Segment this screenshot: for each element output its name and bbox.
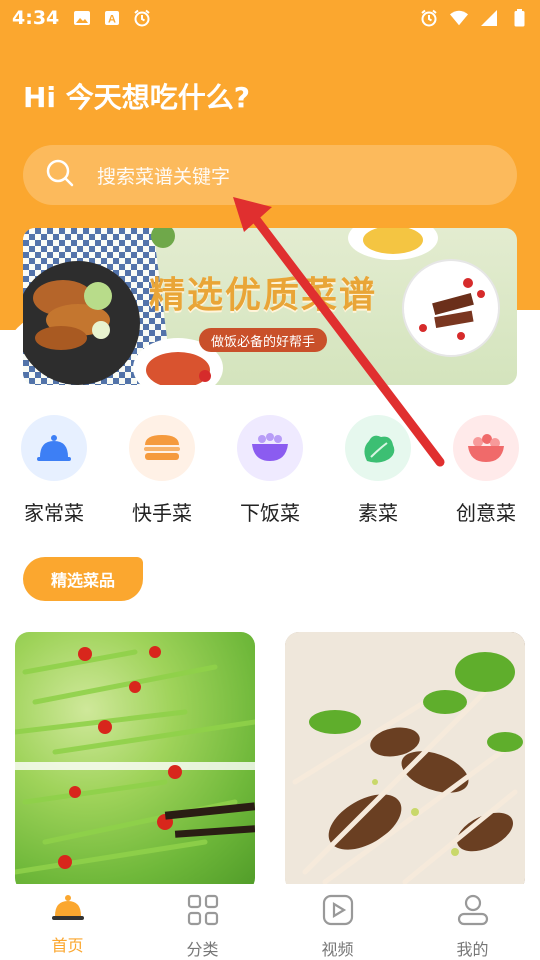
alarm-icon bbox=[420, 9, 438, 27]
tab-category[interactable]: 分类 bbox=[135, 884, 270, 960]
burger-icon bbox=[129, 415, 195, 481]
vegetable-icon bbox=[345, 415, 411, 481]
status-bar: 4:34 A bbox=[0, 0, 540, 36]
banner-title: 精选优质菜谱 bbox=[149, 275, 378, 316]
wifi-icon bbox=[450, 9, 468, 27]
home-cloche-icon bbox=[51, 894, 84, 926]
tab-label: 视频 bbox=[321, 940, 354, 959]
tab-home[interactable]: 首页 bbox=[0, 884, 135, 960]
search-input[interactable]: 搜索菜谱关键字 bbox=[97, 162, 230, 189]
category-vegetarian[interactable]: 素菜 bbox=[333, 415, 423, 526]
search-icon bbox=[45, 158, 75, 192]
video-icon bbox=[322, 894, 354, 930]
bowl-icon bbox=[237, 415, 303, 481]
greeting-title: Hi 今天想吃什么? bbox=[23, 81, 251, 114]
alarm-icon bbox=[133, 9, 151, 27]
recipe-image bbox=[285, 632, 525, 892]
section-title-featured: 精选菜品 bbox=[23, 557, 143, 601]
grid-icon bbox=[187, 894, 219, 930]
bottom-tab-bar: 首页 分类 视频 我的 bbox=[0, 884, 540, 960]
status-time: 4:34 bbox=[12, 7, 60, 29]
cloche-icon bbox=[21, 415, 87, 481]
category-creative[interactable]: 创意菜 bbox=[441, 415, 531, 526]
battery-icon bbox=[510, 9, 528, 27]
signal-icon bbox=[480, 9, 498, 27]
promo-banner[interactable]: 精选优质菜谱 做饭必备的好帮手 bbox=[23, 228, 517, 385]
category-label: 快手菜 bbox=[132, 501, 192, 525]
tab-label: 我的 bbox=[456, 940, 489, 959]
recipe-card[interactable] bbox=[285, 632, 525, 892]
svg-text:A: A bbox=[108, 14, 116, 26]
tab-video[interactable]: 视频 bbox=[270, 884, 405, 960]
category-quick-dishes[interactable]: 快手菜 bbox=[117, 415, 207, 526]
image-icon bbox=[73, 9, 91, 27]
tab-label: 首页 bbox=[51, 936, 84, 955]
tab-profile[interactable]: 我的 bbox=[405, 884, 540, 960]
a-icon: A bbox=[103, 9, 121, 27]
user-icon bbox=[457, 894, 489, 930]
category-list: 家常菜 快手菜 下饭菜 素菜 创意菜 bbox=[0, 415, 540, 535]
salad-icon bbox=[453, 415, 519, 481]
category-label: 下饭菜 bbox=[240, 501, 300, 525]
category-label: 创意菜 bbox=[456, 501, 516, 525]
category-rice-dishes[interactable]: 下饭菜 bbox=[225, 415, 315, 526]
category-home-cooking[interactable]: 家常菜 bbox=[9, 415, 99, 526]
banner-subtitle: 做饭必备的好帮手 bbox=[199, 328, 328, 352]
search-bar[interactable]: 搜索菜谱关键字 bbox=[23, 145, 517, 205]
tab-label: 分类 bbox=[186, 940, 219, 959]
recipe-image bbox=[15, 646, 255, 875]
category-label: 家常菜 bbox=[24, 501, 84, 525]
recipe-card[interactable] bbox=[15, 632, 255, 892]
category-label: 素菜 bbox=[358, 501, 398, 525]
